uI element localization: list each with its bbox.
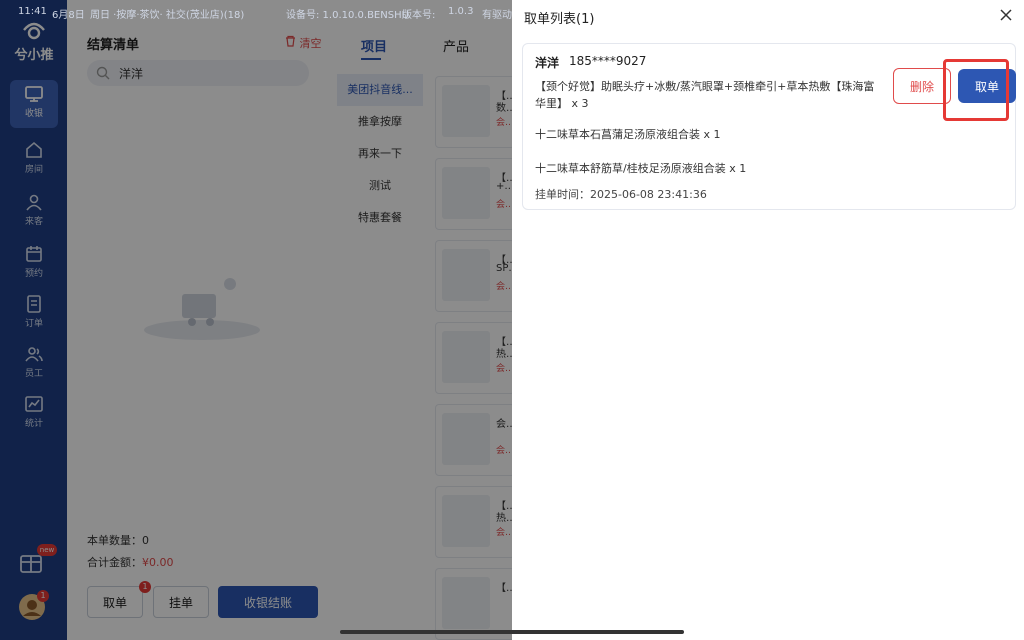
take-label: 取单 [974,79,999,94]
modal-backdrop[interactable] [0,0,512,640]
status-store: 周日 ·按摩·茶饮· 社交(茂业店)(18) [90,10,245,21]
order-item: 十二味草本石菖蒲足汤原液组合装 x 1 [535,128,721,141]
order-item: 【颈个好觉】助眠头疗+冰敷/蒸汽眼罩+颈椎牵引+草本热敷【珠海富华里】 x 3 [535,80,875,110]
delete-order-button[interactable]: 删除 [893,68,951,104]
order-item: 十二味草本舒筋草/桂枝足汤原液组合装 x 1 [535,162,747,175]
take-order-confirm-button[interactable]: 取单 [958,69,1016,103]
close-icon [1000,9,1012,21]
customer-name: 洋洋 [535,56,560,70]
customer-phone: 185****9027 [569,54,647,68]
close-button[interactable] [996,6,1016,26]
status-extra: 有驱动 [482,10,512,21]
take-order-drawer: 取单列表(1) 洋洋 185****9027 【颈个好觉】助眠头疗+冰敷/蒸汽眼… [512,0,1024,640]
hold-time-value: 2025-06-08 23:41:36 [590,188,707,201]
hold-time-label: 挂单时间： [535,188,590,201]
held-order-card: 洋洋 185****9027 【颈个好觉】助眠头疗+冰敷/蒸汽眼罩+颈椎牵引+草… [522,43,1016,210]
status-version: 1.0.3 [448,6,474,17]
status-bar: 11:41 6月8日 周日 ·按摩·茶饮· 社交(茂业店)(18) 设备号: 1… [0,0,512,24]
status-device: 设备号: 1.0.10.0.BENSHU [286,10,409,21]
status-date: 6月8日 [52,10,85,21]
status-version-label: 版本号: [402,10,436,21]
pos-app: 兮小推 收银 房间 来客 预约 订单 员工 统计 new 1 11:41 6月8… [0,0,1024,640]
delete-label: 删除 [909,79,934,94]
status-time: 11:41 [18,6,47,17]
drawer-title: 取单列表(1) [524,12,595,27]
hold-time-row: 挂单时间：2025-06-08 23:41:36 [535,186,707,202]
home-indicator[interactable] [340,630,684,634]
